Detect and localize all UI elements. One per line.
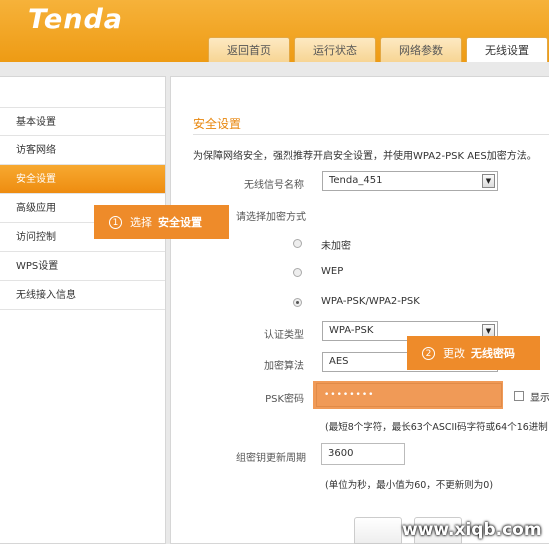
ssid-label: 无线信号名称: [244, 180, 304, 191]
step1-callout: 1 选择 安全设置: [94, 205, 229, 239]
rekey-input[interactable]: 3600: [321, 443, 405, 465]
section-divider: [193, 134, 549, 135]
sidebar-item-guest[interactable]: 访客网络: [0, 136, 165, 165]
cipher-label: 加密算法: [264, 361, 304, 372]
auth-label: 认证类型: [264, 330, 304, 341]
step1-number: 1: [109, 215, 122, 229]
show-password-label: 显示: [530, 393, 549, 404]
section-title: 安全设置: [193, 117, 242, 131]
tab-wireless[interactable]: 无线设置: [466, 37, 548, 62]
step1-text: 选择: [130, 216, 152, 229]
step2-number: 2: [422, 346, 435, 360]
show-password-checkbox[interactable]: [514, 391, 524, 401]
radio-wep-label: WEP: [321, 266, 344, 277]
radio-none[interactable]: [293, 239, 302, 248]
radio-wpa-psk-label: WPA-PSK/WPA2-PSK: [321, 296, 420, 307]
tab-status[interactable]: 运行状态: [294, 37, 376, 62]
step2-text: 更改: [443, 347, 465, 360]
ssid-select[interactable]: Tenda_451 ▼: [322, 171, 498, 191]
encryption-prompt: 请选择加密方式: [236, 212, 306, 223]
step2-callout: 2 更改 无线密码: [407, 336, 540, 370]
sidebar-item-basic[interactable]: 基本设置: [0, 107, 165, 136]
tab-home[interactable]: 返回首页: [208, 37, 290, 62]
dropdown-arrow-icon[interactable]: ▼: [482, 174, 495, 188]
site-watermark: www.xiqb.com: [402, 520, 542, 540]
save-button[interactable]: [354, 517, 402, 544]
step1-bold: 安全设置: [158, 216, 202, 229]
security-description: 为保障网络安全，强烈推荐开启安全设置，并使用WPA2-PSK AES加密方法。: [193, 151, 537, 162]
radio-wep[interactable]: [293, 268, 302, 277]
psk-hint: (最短8个字符，最长63个ASCII码字符或64个16进制: [325, 422, 548, 433]
tenda-logo: Tenda: [28, 4, 124, 35]
ssid-value: Tenda_451: [329, 175, 383, 186]
rekey-label: 组密钥更新周期: [236, 453, 306, 464]
rekey-hint: (单位为秒，最小值为60，不更新则为0): [325, 480, 494, 491]
cipher-value: AES: [329, 356, 349, 367]
psk-label: PSK密码: [265, 394, 304, 405]
tab-network[interactable]: 网络参数: [380, 37, 462, 62]
radio-none-label: 未加密: [321, 241, 351, 252]
radio-wpa-psk[interactable]: [293, 298, 302, 307]
sidebar-item-security[interactable]: 安全设置: [0, 165, 165, 194]
psk-masked-value: ••••••••: [324, 390, 375, 400]
step2-bold: 无线密码: [471, 347, 515, 360]
sidebar-item-wps[interactable]: WPS设置: [0, 252, 165, 281]
auth-value: WPA-PSK: [329, 325, 374, 336]
sidebar-item-client-info[interactable]: 无线接入信息: [0, 281, 165, 310]
